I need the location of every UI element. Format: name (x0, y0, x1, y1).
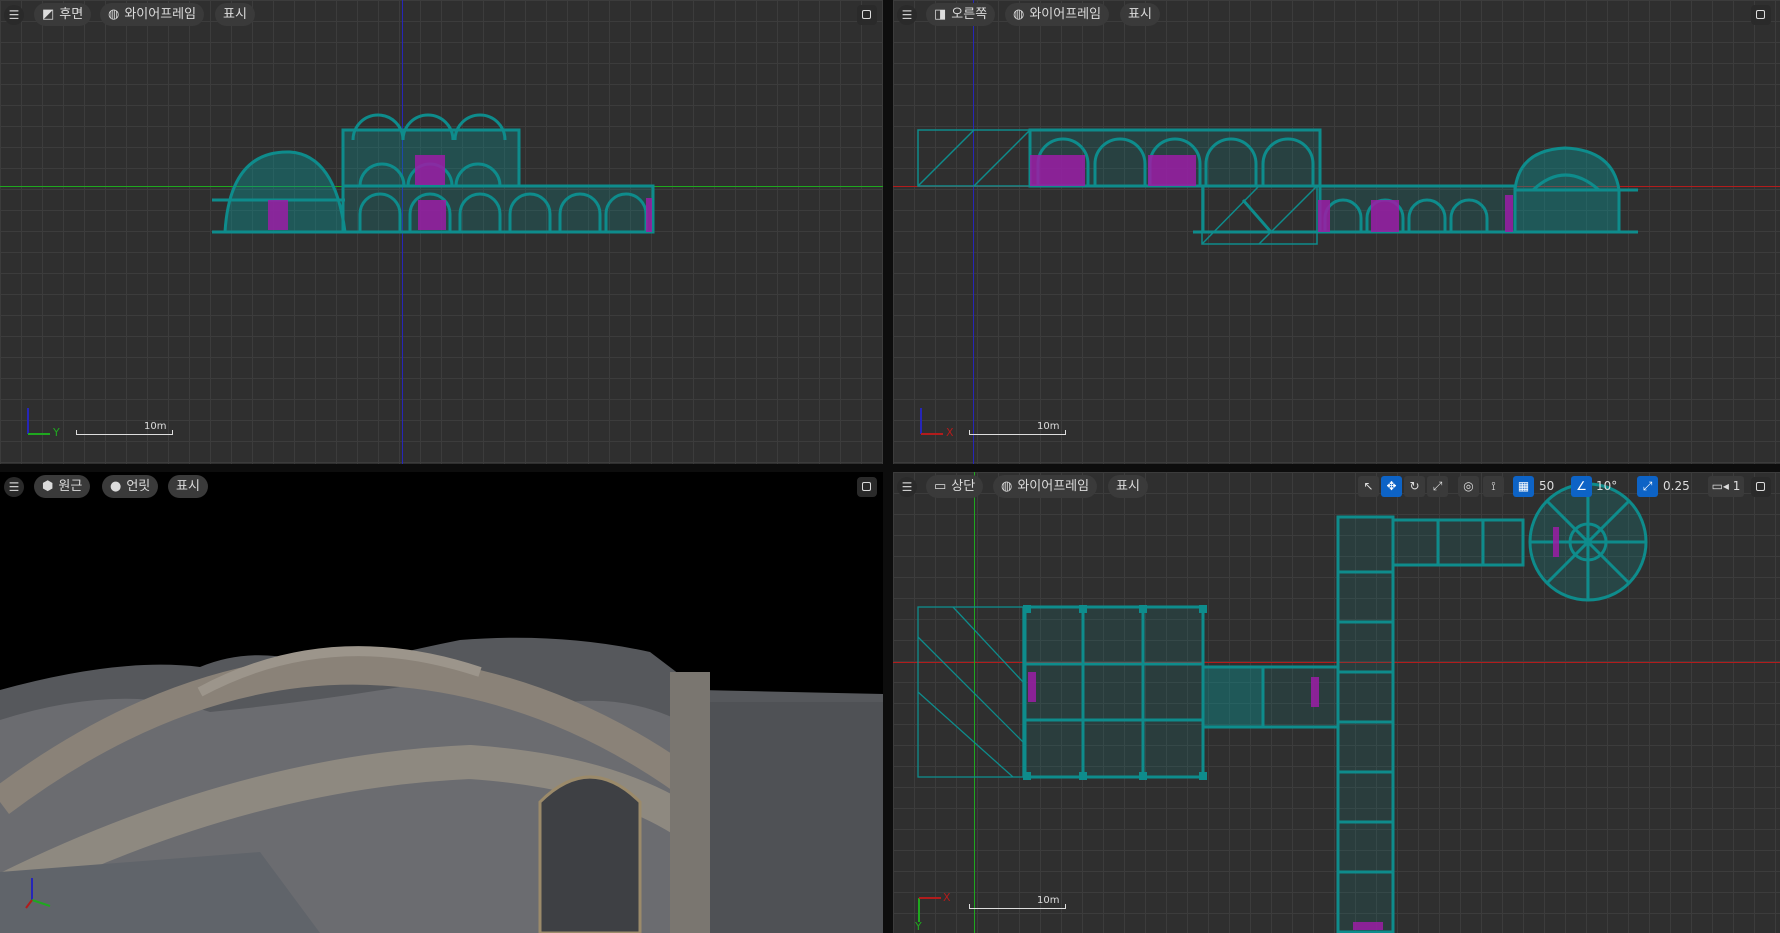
right-view-icon: ◨ (934, 7, 947, 22)
render-mode-button[interactable]: ◍ 와이어프레임 (993, 475, 1098, 498)
scale-icon[interactable]: ⤢ (1427, 476, 1448, 497)
maximize-icon[interactable] (857, 5, 877, 25)
angle-snap-icon[interactable]: ∠ (1571, 476, 1592, 497)
maximize-icon[interactable] (1751, 5, 1771, 25)
view-mode-label: 상단 (951, 479, 976, 494)
render-mode-label: 와이어프레임 (1029, 7, 1102, 22)
show-label: 표시 (223, 7, 247, 22)
render-mode-label: 와이어프레임 (124, 7, 197, 22)
show-label: 표시 (176, 479, 200, 494)
move-icon[interactable]: ✥ (1381, 476, 1402, 497)
wireframe-globe-icon: ◍ (1001, 479, 1013, 494)
maximize-icon[interactable] (857, 477, 877, 497)
wireframe-mesh (212, 113, 655, 234)
wireframe-globe-icon: ◍ (108, 7, 120, 22)
viewport-toolbar: ☰ ◩ 후면 ◍ 와이어프레임 표시 (0, 0, 883, 32)
render-mode-button[interactable]: ● 언릿 (102, 475, 159, 498)
wireframe-mesh (917, 482, 1648, 933)
render-mode-button[interactable]: ◍ 와이어프레임 (1005, 3, 1110, 26)
viewport-back[interactable]: ☰ ◩ 후면 ◍ 와이어프레임 표시 Y 10m (0, 0, 883, 464)
rot-snap-value[interactable]: 10° (1596, 476, 1617, 497)
axis-gizmo: X (915, 400, 955, 440)
scale-snap-icon[interactable]: ⤢ (1637, 476, 1658, 497)
hamburger-icon[interactable]: ☰ (897, 5, 917, 25)
grid-snap-value[interactable]: 50 (1539, 476, 1554, 497)
show-button[interactable]: 표시 (215, 3, 255, 26)
rotate-icon[interactable]: ↻ (1404, 476, 1425, 497)
hamburger-icon[interactable]: ☰ (4, 5, 24, 25)
scale-snap-value[interactable]: 0.25 (1663, 476, 1690, 497)
scale-label: 10m (1037, 895, 1060, 906)
view-mode-label: 원근 (58, 479, 83, 494)
camera-speed-icon[interactable]: ▭◂ 1 (1708, 476, 1744, 497)
show-label: 표시 (1116, 479, 1140, 494)
view-mode-button[interactable]: ⬢ 원근 (34, 475, 91, 498)
view-mode-button[interactable]: ▭ 상단 (926, 475, 984, 498)
render-mode-button[interactable]: ◍ 와이어프레임 (100, 3, 205, 26)
show-button[interactable]: 표시 (1108, 475, 1148, 498)
scale-bar: 10m (76, 421, 173, 435)
axis-x-label: X (946, 426, 954, 439)
viewport-perspective[interactable]: ☰ ⬢ 원근 ● 언릿 표시 (0, 472, 883, 933)
hamburger-icon[interactable]: ☰ (897, 477, 917, 497)
axis-y-label: Y (915, 920, 922, 933)
render-mode-label: 언릿 (126, 479, 151, 494)
wireframe-mesh (917, 128, 1638, 245)
surface-snap-icon[interactable]: ⟟ (1483, 476, 1504, 497)
show-button[interactable]: 표시 (1120, 3, 1160, 26)
show-button[interactable]: 표시 (168, 475, 208, 498)
hamburger-icon[interactable]: ☰ (4, 477, 24, 497)
wireframe-globe-icon: ◍ (1013, 7, 1025, 22)
viewport-toolbar: ☰ ◨ 오른쪽 ◍ 와이어프레임 표시 (893, 0, 1780, 32)
scale-label: 10m (144, 421, 167, 432)
scale-label: 10m (1037, 421, 1060, 432)
perspective-cube-icon: ⬢ (42, 479, 54, 494)
grid-snap-icon[interactable]: ▦ (1513, 476, 1534, 497)
viewport-toolbar: ☰ ⬢ 원근 ● 언릿 표시 (0, 472, 883, 504)
axis-x-label: X (943, 891, 951, 904)
axis-y-label: Y (53, 426, 60, 439)
view-mode-button[interactable]: ◨ 오른쪽 (926, 3, 996, 26)
view-mode-label: 오른쪽 (951, 7, 988, 22)
scale-bar: 10m (969, 895, 1066, 909)
camera-speed-value: 1 (1732, 479, 1741, 493)
top-view-icon: ▭ (934, 479, 947, 494)
show-label: 표시 (1128, 7, 1152, 22)
viewport-top[interactable]: ☰ ▭ 상단 ◍ 와이어프레임 표시 ↖ ✥ ↻ ⤢ ◎ ⟟ ▦ 50 ∠ 10… (893, 472, 1780, 933)
world-space-icon[interactable]: ◎ (1458, 476, 1479, 497)
axis-gizmo: Y (22, 400, 62, 440)
viewport-right[interactable]: ☰ ◨ 오른쪽 ◍ 와이어프레임 표시 X 10m (893, 0, 1780, 464)
render-mode-label: 와이어프레임 (1017, 479, 1090, 494)
view-mode-button[interactable]: ◩ 후면 (34, 3, 92, 26)
unlit-sphere-icon: ● (110, 479, 122, 494)
scale-bar: 10m (969, 421, 1066, 435)
maximize-icon[interactable] (1751, 477, 1771, 497)
rendered-scene (0, 637, 883, 933)
axis-gizmo (22, 872, 62, 912)
viewport-toolbar: ☰ ▭ 상단 ◍ 와이어프레임 표시 ↖ ✥ ↻ ⤢ ◎ ⟟ ▦ 50 ∠ 10… (893, 472, 1780, 504)
axis-gizmo: X Y (911, 890, 951, 933)
back-view-icon: ◩ (42, 7, 55, 22)
view-mode-label: 후면 (59, 7, 84, 22)
select-icon[interactable]: ↖ (1358, 476, 1379, 497)
